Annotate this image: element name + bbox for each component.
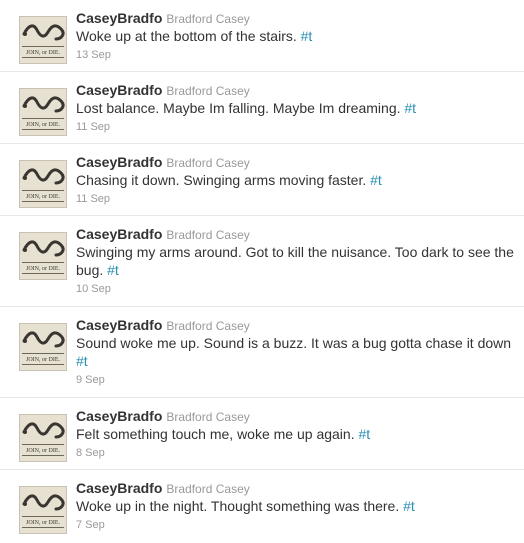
avatar[interactable]: JOIN, or DIE. — [19, 16, 67, 64]
avatar[interactable]: JOIN, or DIE. — [19, 323, 67, 371]
tweet-header: CaseyBradfo Bradford Casey — [76, 479, 514, 497]
tweet-link[interactable]: #t — [404, 100, 416, 116]
tweet-body: Woke up at the bottom of the stairs. — [76, 28, 297, 44]
tweet-text: Chasing it down. Swinging arms moving fa… — [76, 171, 514, 189]
tweet-timestamp[interactable]: 11 Sep — [76, 191, 514, 207]
join-or-die-snake-icon: JOIN, or DIE. — [22, 168, 65, 202]
avatar[interactable]: JOIN, or DIE. — [19, 160, 67, 208]
tweet-link[interactable]: #t — [358, 426, 370, 442]
tweet: JOIN, or DIE. CaseyBradfo Bradford Casey … — [0, 0, 524, 72]
avatar-caption: JOIN, or DIE. — [26, 122, 60, 128]
full-name: Bradford Casey — [166, 84, 250, 98]
join-or-die-snake-icon: JOIN, or DIE. — [22, 96, 65, 130]
tweet-header: CaseyBradfo Bradford Casey — [76, 9, 514, 27]
tweet-body: Lost balance. Maybe Im falling. Maybe Im… — [76, 100, 401, 116]
full-name: Bradford Casey — [166, 482, 250, 496]
join-or-die-snake-icon: JOIN, or DIE. — [22, 24, 65, 58]
tweet-body: Woke up in the night. Thought something … — [76, 498, 400, 514]
tweet-body: Felt something touch me, woke me up agai… — [76, 426, 355, 442]
avatar[interactable]: JOIN, or DIE. — [19, 486, 67, 534]
avatar-caption: JOIN, or DIE. — [26, 50, 60, 56]
username-link[interactable]: CaseyBradfo — [76, 154, 162, 170]
avatar-caption: JOIN, or DIE. — [26, 520, 60, 526]
join-or-die-snake-icon: JOIN, or DIE. — [22, 240, 65, 274]
full-name: Bradford Casey — [166, 12, 250, 26]
join-or-die-snake-icon: JOIN, or DIE. — [22, 331, 65, 365]
tweet-link[interactable]: #t — [370, 172, 382, 188]
tweet-link[interactable]: #t — [107, 262, 119, 278]
avatar-caption: JOIN, or DIE. — [26, 448, 60, 454]
username-link[interactable]: CaseyBradfo — [76, 480, 162, 496]
tweet-timestamp[interactable]: 10 Sep — [76, 281, 514, 297]
tweet-text: Felt something touch me, woke me up agai… — [76, 425, 514, 443]
tweet-text: Lost balance. Maybe Im falling. Maybe Im… — [76, 99, 514, 117]
tweet-header: CaseyBradfo Bradford Casey — [76, 225, 514, 243]
username-link[interactable]: CaseyBradfo — [76, 408, 162, 424]
full-name: Bradford Casey — [166, 319, 250, 333]
username-link[interactable]: CaseyBradfo — [76, 317, 162, 333]
avatar[interactable]: JOIN, or DIE. — [19, 414, 67, 462]
tweet-header: CaseyBradfo Bradford Casey — [76, 153, 514, 171]
tweet-link[interactable]: #t — [403, 498, 415, 514]
tweet-feed: JOIN, or DIE. CaseyBradfo Bradford Casey … — [0, 0, 524, 543]
full-name: Bradford Casey — [166, 156, 250, 170]
join-or-die-snake-icon: JOIN, or DIE. — [22, 422, 65, 456]
join-or-die-snake-icon: JOIN, or DIE. — [22, 494, 65, 528]
tweet-link[interactable]: #t — [76, 353, 88, 369]
username-link[interactable]: CaseyBradfo — [76, 10, 162, 26]
tweet: JOIN, or DIE. CaseyBradfo Bradford Casey … — [0, 144, 524, 216]
tweet-body: Sound woke me up. Sound is a buzz. It wa… — [76, 335, 512, 351]
tweet-header: CaseyBradfo Bradford Casey — [76, 81, 514, 99]
tweet-timestamp[interactable]: 9 Sep — [76, 372, 514, 388]
tweet: JOIN, or DIE. CaseyBradfo Bradford Casey … — [0, 307, 524, 398]
username-link[interactable]: CaseyBradfo — [76, 226, 162, 242]
tweet-timestamp[interactable]: 13 Sep — [76, 47, 514, 63]
tweet: JOIN, or DIE. CaseyBradfo Bradford Casey … — [0, 72, 524, 144]
tweet-header: CaseyBradfo Bradford Casey — [76, 316, 514, 334]
tweet: JOIN, or DIE. CaseyBradfo Bradford Casey … — [0, 470, 524, 543]
tweet: JOIN, or DIE. CaseyBradfo Bradford Casey … — [0, 216, 524, 307]
avatar-caption: JOIN, or DIE. — [26, 266, 60, 272]
tweet-header: CaseyBradfo Bradford Casey — [76, 407, 514, 425]
avatar[interactable]: JOIN, or DIE. — [19, 88, 67, 136]
tweet-text: Woke up in the night. Thought something … — [76, 497, 514, 515]
tweet-link[interactable]: #t — [301, 28, 313, 44]
avatar[interactable]: JOIN, or DIE. — [19, 232, 67, 280]
username-link[interactable]: CaseyBradfo — [76, 82, 162, 98]
avatar-caption: JOIN, or DIE. — [26, 194, 60, 200]
tweet-text: Woke up at the bottom of the stairs. #t — [76, 27, 514, 45]
tweet-timestamp[interactable]: 8 Sep — [76, 445, 514, 461]
tweet-body: Chasing it down. Swinging arms moving fa… — [76, 172, 367, 188]
tweet-text: Swinging my arms around. Got to kill the… — [76, 243, 514, 279]
tweet-timestamp[interactable]: 7 Sep — [76, 517, 514, 533]
tweet-body: Swinging my arms around. Got to kill the… — [76, 244, 514, 278]
full-name: Bradford Casey — [166, 410, 250, 424]
avatar-caption: JOIN, or DIE. — [26, 357, 60, 363]
tweet: JOIN, or DIE. CaseyBradfo Bradford Casey … — [0, 398, 524, 470]
full-name: Bradford Casey — [166, 228, 250, 242]
tweet-text: Sound woke me up. Sound is a buzz. It wa… — [76, 334, 514, 370]
tweet-timestamp[interactable]: 11 Sep — [76, 119, 514, 135]
